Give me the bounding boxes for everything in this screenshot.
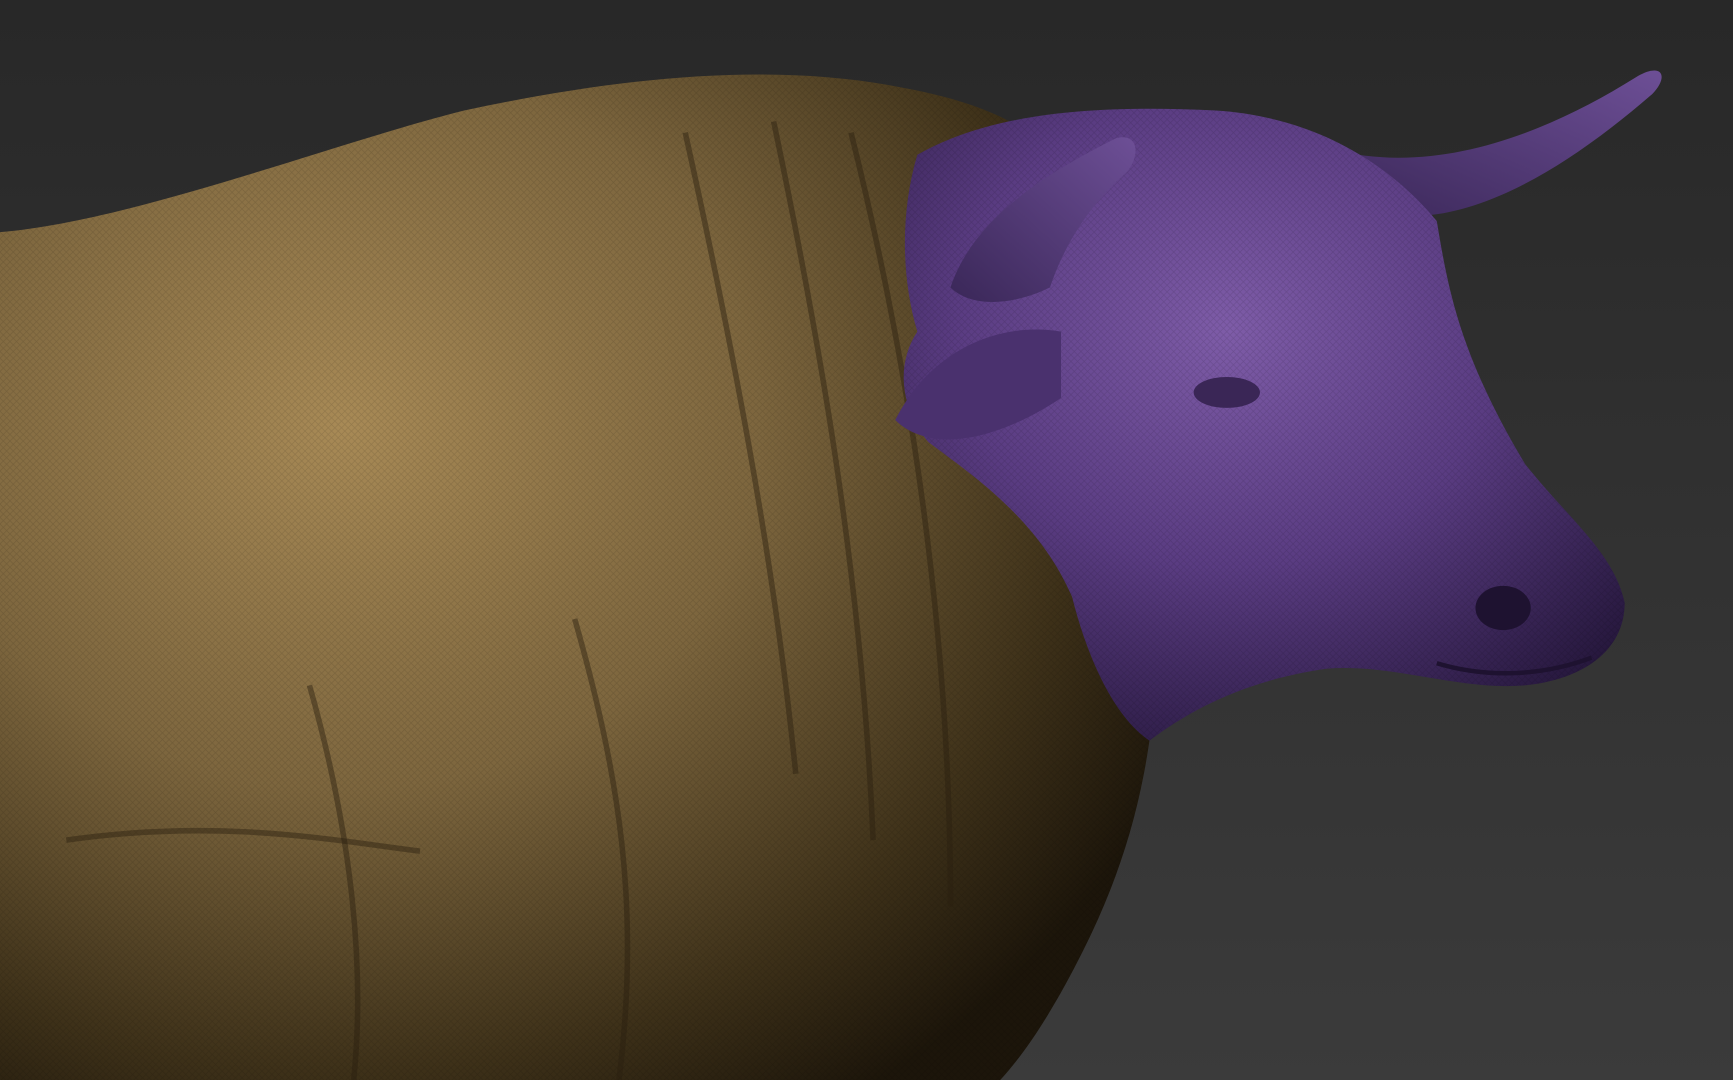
nostril	[1475, 585, 1531, 631]
viewport-canvas	[0, 0, 1733, 1080]
eye	[1193, 376, 1260, 408]
